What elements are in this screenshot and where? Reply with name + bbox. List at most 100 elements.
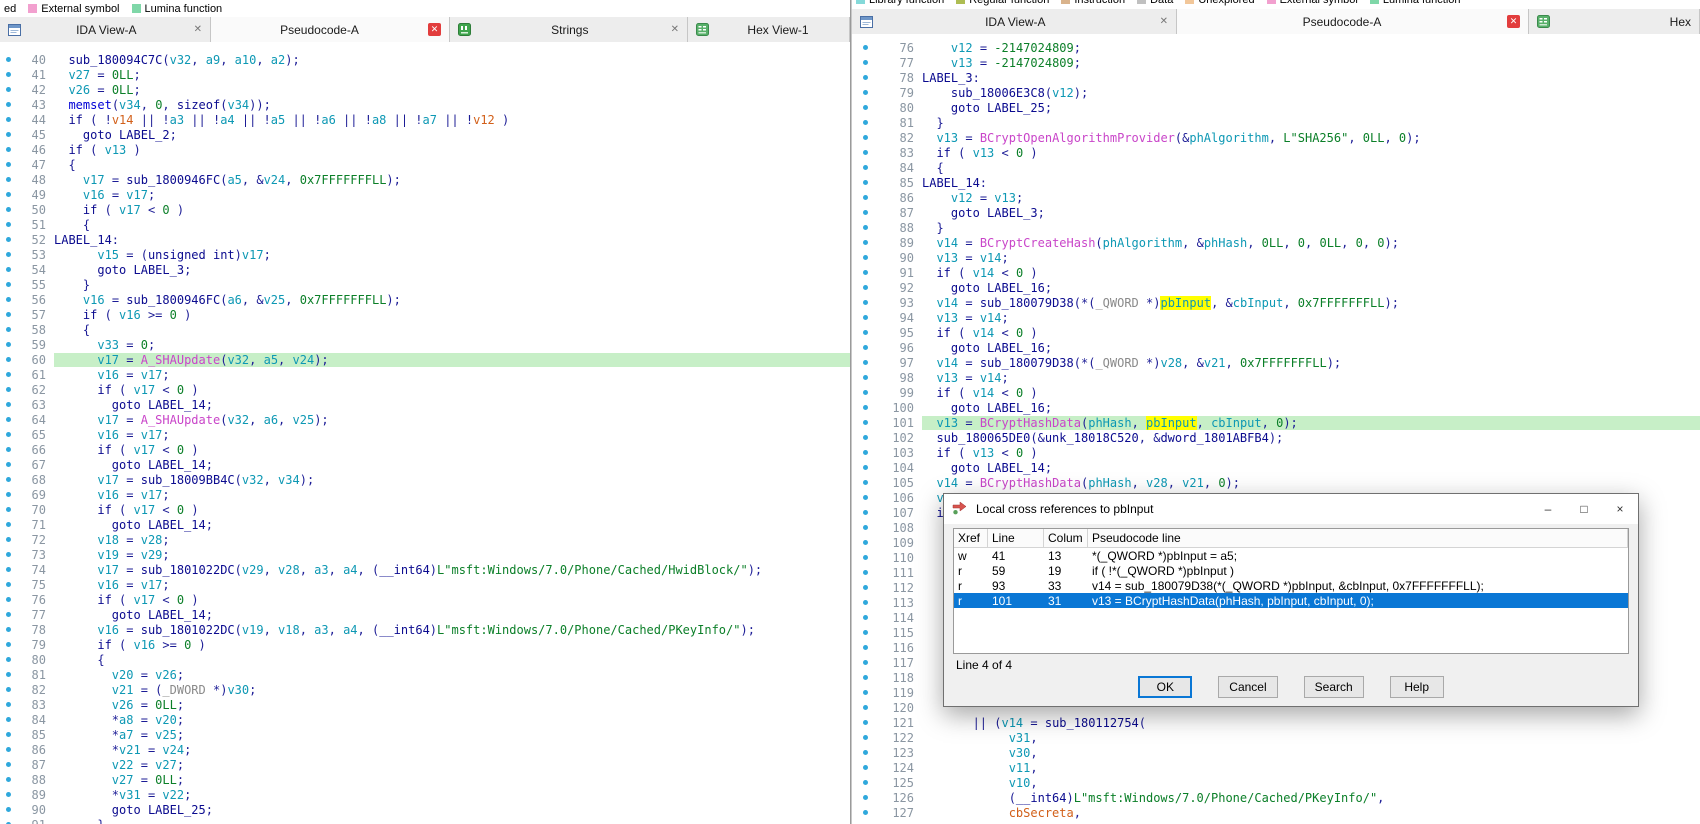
code-line[interactable]: 122 v31,: [852, 730, 1700, 745]
code-line[interactable]: 41 v27 = 0LL;: [0, 67, 850, 82]
dialog-title-bar[interactable]: Local cross references to pbInput –□×: [944, 494, 1638, 524]
tab-ida-view-a[interactable]: IDA View-A✕: [852, 9, 1177, 34]
tab-strings[interactable]: Strings✕: [450, 17, 688, 42]
code-line[interactable]: 81 v20 = v26;: [0, 667, 850, 682]
code-line[interactable]: 76 v12 = -2147024809;: [852, 40, 1700, 55]
xref-row[interactable]: w4113*(_QWORD *)pbInput = a5;: [954, 548, 1628, 563]
code-line[interactable]: 49 v16 = v17;: [0, 187, 850, 202]
code-line[interactable]: 93 v14 = sub_180079D38(*(_QWORD *)pbInpu…: [852, 295, 1700, 310]
code-line[interactable]: 81 }: [852, 115, 1700, 130]
code-line[interactable]: 82 v21 = (_DWORD *)v30;: [0, 682, 850, 697]
code-line[interactable]: 86 v12 = v13;: [852, 190, 1700, 205]
code-line[interactable]: 66 if ( v17 < 0 ): [0, 442, 850, 457]
code-line[interactable]: 59 v33 = 0;: [0, 337, 850, 352]
code-line[interactable]: 123 v30,: [852, 745, 1700, 760]
code-line[interactable]: 95 if ( v14 < 0 ): [852, 325, 1700, 340]
code-line[interactable]: 83 v26 = 0LL;: [0, 697, 850, 712]
tab-hex[interactable]: Hex: [1529, 9, 1700, 34]
code-line[interactable]: 79 sub_18006E3C8(v12);: [852, 85, 1700, 100]
code-line[interactable]: 43 memset(v34, 0, sizeof(v34));: [0, 97, 850, 112]
code-line[interactable]: 57 if ( v16 >= 0 ): [0, 307, 850, 322]
code-line[interactable]: 61 v16 = v17;: [0, 367, 850, 382]
code-line[interactable]: 46 if ( v13 ): [0, 142, 850, 157]
code-line[interactable]: 88 v27 = 0LL;: [0, 772, 850, 787]
code-line[interactable]: 127 cbSecreta,: [852, 805, 1700, 820]
code-line[interactable]: 85 *a7 = v25;: [0, 727, 850, 742]
code-line[interactable]: 56 v16 = sub_1800946FC(a6, &v25, 0x7FFFF…: [0, 292, 850, 307]
code-line[interactable]: 103 if ( v13 < 0 ): [852, 445, 1700, 460]
code-line[interactable]: 104 goto LABEL_14;: [852, 460, 1700, 475]
help-button[interactable]: Help: [1390, 676, 1444, 698]
code-line[interactable]: 51 {: [0, 217, 850, 232]
code-line[interactable]: 78 v16 = sub_1801022DC(v19, v18, a3, a4,…: [0, 622, 850, 637]
code-line[interactable]: 44 if ( !v14 || !a3 || !a4 || !a5 || !a6…: [0, 112, 850, 127]
close-icon[interactable]: ✕: [1160, 16, 1168, 27]
code-line[interactable]: 125 v10,: [852, 775, 1700, 790]
code-line[interactable]: 89 *v31 = v22;: [0, 787, 850, 802]
code-line[interactable]: 89 v14 = BCryptCreateHash(phAlgorithm, &…: [852, 235, 1700, 250]
code-line[interactable]: 97 v14 = sub_180079D38(*(_QWORD *)v28, &…: [852, 355, 1700, 370]
tab-hex-view-1[interactable]: Hex View-1: [688, 17, 850, 42]
code-line[interactable]: 77 v13 = -2147024809;: [852, 55, 1700, 70]
code-line[interactable]: 90 v13 = v14;: [852, 250, 1700, 265]
code-line[interactable]: 72 v18 = v28;: [0, 532, 850, 547]
code-line[interactable]: 84 *a8 = v20;: [0, 712, 850, 727]
code-line[interactable]: 100 goto LABEL_16;: [852, 400, 1700, 415]
tab-ida-view-a[interactable]: IDA View-A✕: [0, 17, 211, 42]
code-line[interactable]: 80 goto LABEL_25;: [852, 100, 1700, 115]
code-line[interactable]: 99 if ( v14 < 0 ): [852, 385, 1700, 400]
minimize-icon[interactable]: –: [1530, 494, 1566, 524]
column-header-colum[interactable]: Colum: [1044, 529, 1088, 547]
search-button[interactable]: Search: [1304, 676, 1364, 698]
code-line[interactable]: 69 v16 = v17;: [0, 487, 850, 502]
code-line[interactable]: 124 v11,: [852, 760, 1700, 775]
code-line[interactable]: 96 goto LABEL_16;: [852, 340, 1700, 355]
code-line[interactable]: 85LABEL_14:: [852, 175, 1700, 190]
code-line[interactable]: 91 }: [0, 817, 850, 824]
column-header-xref[interactable]: Xref: [954, 529, 988, 547]
code-line[interactable]: 40 sub_180094C7C(v32, a9, a10, a2);: [0, 52, 850, 67]
code-line[interactable]: 73 v19 = v29;: [0, 547, 850, 562]
pseudocode-view[interactable]: 40 sub_180094C7C(v32, a9, a10, a2);41 v2…: [0, 42, 850, 824]
maximize-icon[interactable]: □: [1566, 494, 1602, 524]
code-line[interactable]: 101 v13 = BCryptHashData(phHash, pbInput…: [852, 415, 1700, 430]
code-line[interactable]: 87 v22 = v27;: [0, 757, 850, 772]
code-line[interactable]: 71 goto LABEL_14;: [0, 517, 850, 532]
code-line[interactable]: 98 v13 = v14;: [852, 370, 1700, 385]
code-line[interactable]: 91 if ( v14 < 0 ): [852, 265, 1700, 280]
tab-pseudocode-a[interactable]: Pseudocode-A✕: [211, 17, 450, 42]
code-line[interactable]: 77 goto LABEL_14;: [0, 607, 850, 622]
code-line[interactable]: 75 v16 = v17;: [0, 577, 850, 592]
code-line[interactable]: 90 goto LABEL_25;: [0, 802, 850, 817]
code-line[interactable]: 63 goto LABEL_14;: [0, 397, 850, 412]
xref-row[interactable]: r5919if ( !*(_QWORD *)pbInput ): [954, 563, 1628, 578]
code-line[interactable]: 121 || (v14 = sub_180112754(: [852, 715, 1700, 730]
code-line[interactable]: 68 v17 = sub_18009BB4C(v32, v34);: [0, 472, 850, 487]
code-line[interactable]: 74 v17 = sub_1801022DC(v29, v28, a3, a4,…: [0, 562, 850, 577]
code-line[interactable]: 52LABEL_14:: [0, 232, 850, 247]
code-line[interactable]: 78LABEL_3:: [852, 70, 1700, 85]
code-line[interactable]: 48 v17 = sub_1800946FC(a5, &v24, 0x7FFFF…: [0, 172, 850, 187]
code-line[interactable]: 102 sub_180065DE0(&unk_18018C520, &dword…: [852, 430, 1700, 445]
xref-row[interactable]: r9333v14 = sub_180079D38(*(_QWORD *)pbIn…: [954, 578, 1628, 593]
code-line[interactable]: 84 {: [852, 160, 1700, 175]
tab-pseudocode-a[interactable]: Pseudocode-A✕: [1177, 9, 1529, 34]
code-line[interactable]: 65 v16 = v17;: [0, 427, 850, 442]
code-line[interactable]: 67 goto LABEL_14;: [0, 457, 850, 472]
code-line[interactable]: 60 v17 = A_SHAUpdate(v32, a5, v24);: [0, 352, 850, 367]
xref-row[interactable]: r10131v13 = BCryptHashData(phHash, pbInp…: [954, 593, 1628, 608]
code-line[interactable]: 42 v26 = 0LL;: [0, 82, 850, 97]
code-line[interactable]: 86 *v21 = v24;: [0, 742, 850, 757]
code-line[interactable]: 53 v15 = (unsigned int)v17;: [0, 247, 850, 262]
code-line[interactable]: 76 if ( v17 < 0 ): [0, 592, 850, 607]
code-line[interactable]: 55 }: [0, 277, 850, 292]
code-line[interactable]: 88 }: [852, 220, 1700, 235]
close-icon[interactable]: ✕: [428, 23, 441, 36]
close-icon[interactable]: ×: [1602, 494, 1638, 524]
code-line[interactable]: 126 (__int64)L"msft:Windows/7.0/Phone/Ca…: [852, 790, 1700, 805]
ok-button[interactable]: OK: [1138, 676, 1192, 698]
column-header-pseudocode-line[interactable]: Pseudocode line: [1088, 529, 1628, 547]
close-icon[interactable]: ✕: [194, 24, 202, 35]
code-line[interactable]: 87 goto LABEL_3;: [852, 205, 1700, 220]
close-icon[interactable]: ✕: [1507, 15, 1520, 28]
